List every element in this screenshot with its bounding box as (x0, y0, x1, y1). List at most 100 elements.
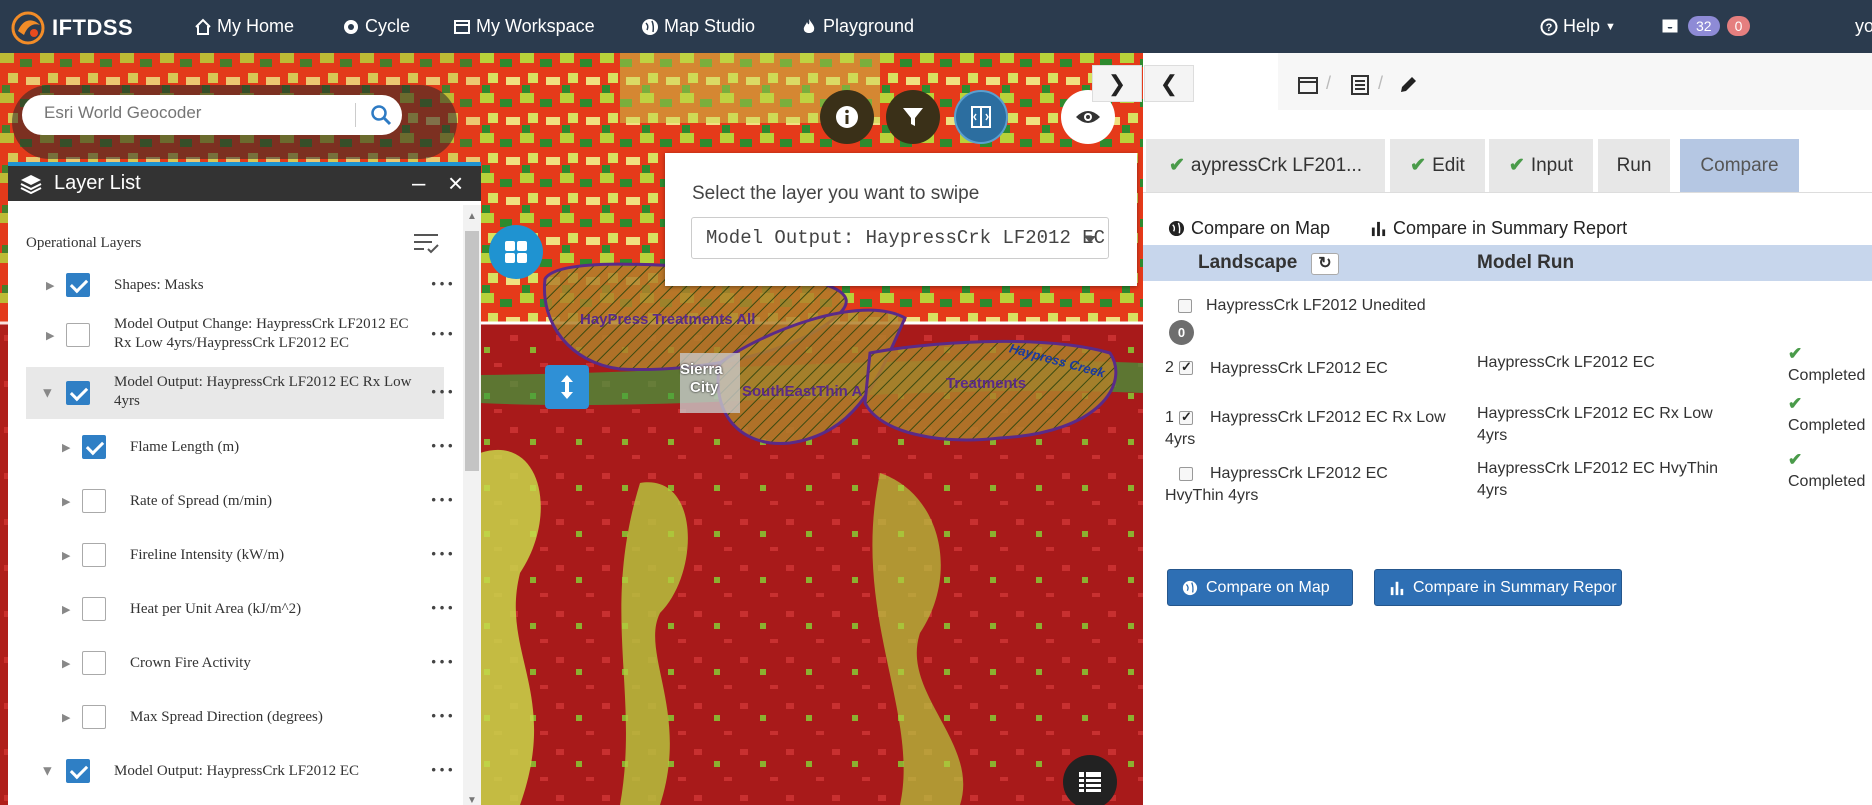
expand-arrow-icon[interactable]: ▶ (62, 549, 70, 562)
expand-arrow-icon[interactable]: ▶ (46, 329, 54, 342)
more-options-icon[interactable]: ··· (430, 379, 455, 405)
breadcrumb-separator: / (1378, 73, 1384, 93)
nav-map-studio[interactable]: Map Studio (641, 16, 755, 37)
row-checkbox[interactable] (1179, 359, 1193, 375)
iftdss-logo-icon (11, 11, 45, 45)
globe-icon (1168, 220, 1185, 237)
collapse-panel-button[interactable]: ❮ (1144, 65, 1194, 102)
tab-project[interactable]: ✔ aypressCrk LF201... (1146, 139, 1385, 192)
swipe-handle[interactable] (545, 365, 589, 409)
layer-row[interactable]: ▶ Model Output Change: HaypressCrk LF201… (26, 313, 454, 357)
compare-on-map-link[interactable]: Compare on Map (1168, 218, 1330, 239)
tab-run[interactable]: Run (1598, 139, 1670, 192)
sublayer-row[interactable]: ▶ Rate of Spread (m/min) ··· (26, 481, 454, 521)
more-options-icon[interactable]: ··· (430, 321, 455, 347)
basemap-gallery-button[interactable] (489, 225, 543, 279)
nav-help[interactable]: ? Help ▼ (1540, 16, 1616, 37)
minimize-icon[interactable]: – (412, 170, 425, 198)
layer-row[interactable]: ▶ Shapes: Masks ··· (26, 267, 454, 303)
layer-row-selected[interactable]: ▶ Model Output: HaypressCrk LF2012 EC Rx… (26, 367, 454, 419)
geocoder-box (22, 95, 402, 135)
scrollbar-thumb[interactable] (465, 231, 479, 471)
fire-icon (803, 18, 815, 33)
layer-checkbox[interactable] (82, 435, 106, 459)
sublayer-row[interactable]: ▶ Heat per Unit Area (kJ/m^2) ··· (26, 589, 454, 629)
more-options-icon[interactable]: ··· (430, 649, 455, 675)
layer-checkbox[interactable] (82, 651, 106, 675)
layer-checkbox[interactable] (82, 543, 106, 567)
swipe-tool-button[interactable] (954, 90, 1008, 144)
user-menu[interactable]: yo (1855, 16, 1872, 37)
pencil-icon[interactable] (1398, 75, 1418, 95)
sublayer-row[interactable]: ▶ Crown Fire Activity ··· (26, 643, 454, 683)
row-status-label: Completed (1788, 417, 1866, 434)
row-status-label: Completed (1788, 473, 1866, 490)
expand-arrow-icon[interactable]: ▶ (62, 441, 70, 454)
search-icon[interactable] (370, 104, 392, 126)
layer-checkbox[interactable] (66, 381, 90, 405)
bar-chart-icon (1371, 221, 1386, 237)
compare-summary-report-button[interactable]: Compare in Summary Repor (1374, 569, 1622, 606)
brand[interactable]: IFTDSS (10, 8, 133, 48)
layer-options-icon[interactable] (412, 229, 442, 257)
expand-arrow-icon[interactable]: ▶ (62, 711, 70, 724)
check-icon: ✔ (1169, 155, 1185, 176)
expand-arrow-icon[interactable]: ▶ (62, 603, 70, 616)
scroll-down-icon[interactable]: ▼ (467, 795, 477, 805)
swipe-layer-select[interactable]: Model Output: HaypressCrk LF2012 EC (691, 217, 1109, 259)
expand-panel-button[interactable]: ❯ (1092, 65, 1142, 102)
identify-button[interactable] (820, 90, 874, 144)
layer-list-scrollbar[interactable]: ▲ ▼ (463, 205, 481, 805)
layer-checkbox[interactable] (82, 489, 106, 513)
collapse-arrow-icon[interactable]: ▶ (42, 767, 55, 775)
collapse-arrow-icon[interactable]: ▶ (42, 389, 55, 397)
more-options-icon[interactable]: ··· (430, 433, 455, 459)
expand-arrow-icon[interactable]: ▶ (62, 657, 70, 670)
sublayer-row[interactable]: ▶ Fireline Intensity (kW/m) ··· (26, 535, 454, 575)
map-view[interactable]: HayPress Treatments All Sierra City Sout… (0, 53, 1143, 805)
more-options-icon[interactable]: ··· (430, 703, 455, 729)
window-icon[interactable] (1298, 75, 1318, 95)
close-icon[interactable]: × (448, 168, 463, 199)
compare-summary-report-link-label: Compare in Summary Report (1393, 218, 1628, 238)
attribute-table-button[interactable] (1063, 755, 1117, 805)
layer-row[interactable]: ▶ Model Output: HaypressCrk LF2012 EC ··… (26, 751, 454, 791)
notifications[interactable]: 32 0 (1661, 16, 1751, 36)
tab-run-label: Run (1616, 154, 1652, 176)
nav-playground[interactable]: Playground (800, 16, 914, 37)
more-options-icon[interactable]: ··· (430, 487, 455, 513)
nav-my-workspace[interactable]: My Workspace (453, 16, 595, 37)
row-checkbox[interactable] (1178, 299, 1192, 313)
swipe-layer-selected: Model Output: HaypressCrk LF2012 EC (706, 227, 1106, 249)
sublayer-row[interactable]: ▶ Flame Length (m) ··· (26, 427, 454, 467)
more-options-icon[interactable]: ··· (430, 757, 455, 783)
layer-checkbox[interactable] (82, 705, 106, 729)
more-options-icon[interactable]: ··· (430, 271, 455, 297)
compare-summary-report-link[interactable]: Compare in Summary Report (1370, 218, 1627, 239)
compare-on-map-button[interactable]: Compare on Map (1167, 569, 1353, 606)
geocoder-input[interactable] (44, 103, 344, 123)
layer-checkbox[interactable] (66, 273, 90, 297)
tab-edit[interactable]: ✔ Edit (1390, 139, 1485, 192)
more-options-icon[interactable]: ··· (430, 595, 455, 621)
list-icon[interactable] (1350, 75, 1370, 95)
nav-my-home[interactable]: My Home (194, 16, 294, 37)
column-landscape: Landscape (1198, 252, 1298, 273)
layer-checkbox[interactable] (66, 759, 90, 783)
scroll-up-icon[interactable]: ▲ (467, 211, 477, 222)
refresh-icon[interactable]: ↻ (1311, 253, 1339, 275)
tab-compare-label: Compare (1700, 154, 1779, 176)
nav-cycle[interactable]: Cycle (342, 16, 410, 37)
expand-arrow-icon[interactable]: ▶ (62, 495, 70, 508)
filter-button[interactable] (886, 90, 940, 144)
row-status-label: Completed (1788, 367, 1866, 384)
expand-arrow-icon[interactable]: ▶ (46, 279, 54, 292)
more-options-icon[interactable]: ··· (430, 541, 455, 567)
tab-compare[interactable]: Compare (1680, 139, 1799, 192)
layers-icon (20, 174, 42, 194)
tab-input[interactable]: ✔ Input (1489, 139, 1593, 192)
layer-checkbox[interactable] (82, 597, 106, 621)
sublayer-row[interactable]: ▶ Max Spread Direction (degrees) ··· (26, 697, 454, 737)
layer-checkbox[interactable] (66, 323, 90, 347)
geocoder-divider (355, 103, 356, 127)
